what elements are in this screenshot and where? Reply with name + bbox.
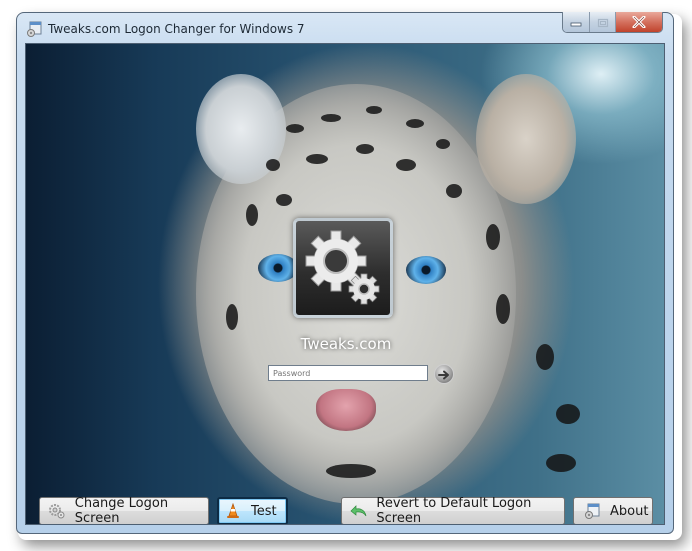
submit-button[interactable] bbox=[434, 364, 454, 384]
arrow-right-icon bbox=[438, 365, 450, 384]
user-tile bbox=[293, 218, 393, 318]
fur-spot bbox=[276, 194, 292, 206]
app-window-icon bbox=[26, 21, 42, 37]
revert-default-label: Revert to Default Logon Screen bbox=[376, 496, 532, 525]
fur-spot bbox=[556, 404, 580, 424]
fur-spot bbox=[366, 106, 382, 114]
fur-spot bbox=[446, 184, 462, 198]
fur-spot bbox=[266, 159, 280, 171]
maximize-icon bbox=[597, 13, 609, 32]
password-input[interactable] bbox=[268, 365, 428, 381]
about-button[interactable]: About bbox=[573, 497, 653, 524]
gears-small-icon bbox=[48, 502, 67, 520]
undo-arrow-icon bbox=[350, 502, 368, 520]
change-logon-screen-label: Change Logon Screen bbox=[74, 496, 169, 525]
title-bar[interactable]: Tweaks.com Logon Changer for Windows 7 bbox=[17, 12, 673, 43]
change-logon-screen-button[interactable]: Change Logon Screen bbox=[39, 496, 209, 525]
logon-preview: Tweaks.com Change Logon Screen Test Reve… bbox=[25, 43, 665, 525]
fur-spot bbox=[306, 154, 328, 164]
fur-spot bbox=[396, 159, 416, 171]
revert-default-button[interactable]: Revert to Default Logon Screen bbox=[341, 496, 565, 525]
fur-spot bbox=[496, 294, 510, 324]
fur-spot bbox=[226, 304, 238, 330]
app-window: Tweaks.com Logon Changer for Windows 7 T… bbox=[16, 12, 674, 534]
minimize-icon bbox=[570, 13, 582, 32]
fur-spot bbox=[321, 114, 341, 122]
fur-spot bbox=[246, 204, 258, 226]
fur-spot bbox=[536, 344, 554, 370]
close-icon bbox=[632, 13, 646, 32]
minimize-button[interactable] bbox=[563, 12, 590, 32]
leopard-eye-right bbox=[406, 256, 446, 284]
fur-spot bbox=[486, 224, 500, 250]
fur-spot bbox=[406, 119, 424, 128]
about-label: About bbox=[610, 503, 649, 519]
test-label: Test bbox=[251, 503, 277, 519]
leopard-nose bbox=[316, 389, 376, 431]
caption-buttons bbox=[562, 12, 663, 33]
gears-icon bbox=[302, 227, 386, 315]
fur-spot bbox=[546, 454, 576, 472]
window-title: Tweaks.com Logon Changer for Windows 7 bbox=[48, 22, 305, 36]
about-window-icon bbox=[582, 502, 602, 520]
leopard-eye-left bbox=[258, 254, 298, 282]
test-button[interactable]: Test bbox=[217, 497, 288, 524]
fur-spot bbox=[326, 464, 376, 478]
leopard-ear-right bbox=[476, 74, 576, 204]
close-button[interactable] bbox=[616, 12, 662, 32]
maximize-button bbox=[590, 12, 616, 32]
traffic-cone-icon bbox=[223, 502, 243, 520]
fur-spot bbox=[356, 144, 374, 154]
fur-spot bbox=[286, 124, 304, 133]
fur-spot bbox=[436, 139, 450, 149]
user-name: Tweaks.com bbox=[300, 335, 392, 353]
